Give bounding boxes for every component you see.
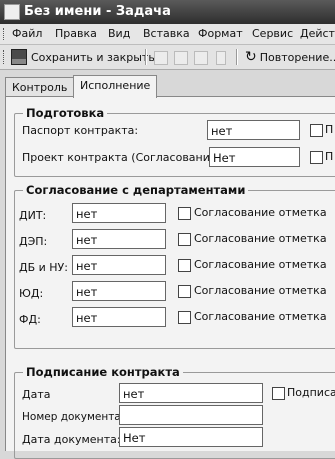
save-icon bbox=[11, 49, 27, 65]
cut-icon[interactable] bbox=[154, 51, 168, 65]
dept-dep-field[interactable]: нет bbox=[72, 229, 166, 249]
sign-date-field[interactable]: нет bbox=[119, 383, 263, 403]
menu-view[interactable]: Вид bbox=[108, 27, 130, 40]
menu-bar: Файл Правка Вид Вставка Формат Сервис Де… bbox=[0, 24, 335, 45]
passport-field[interactable]: нет bbox=[207, 120, 300, 140]
dept-fd-checkbox-label: Согласование отметка bbox=[194, 310, 327, 323]
dept-dbnu-field[interactable]: нет bbox=[72, 255, 166, 275]
passport-checkbox-label: П bbox=[325, 123, 334, 136]
group-departments-title: Согласование с департаментами bbox=[23, 183, 249, 197]
menu-edit[interactable]: Правка bbox=[55, 27, 97, 40]
save-close-label: Сохранить и закрыть bbox=[31, 50, 155, 64]
tab-execution[interactable]: Исполнение bbox=[73, 75, 158, 98]
save-close-button[interactable]: Сохранить и закрыть bbox=[11, 47, 155, 67]
group-preparation: Подготовка Паспорт контракта: нет П Прое… bbox=[14, 106, 335, 177]
recurrence-label: Повторение... bbox=[259, 50, 335, 64]
toolbar-separator bbox=[236, 49, 238, 65]
dept-dbnu-checkbox[interactable] bbox=[178, 259, 191, 272]
doc-date-field[interactable]: Нет bbox=[119, 427, 263, 447]
dept-dit-field[interactable]: нет bbox=[72, 203, 166, 223]
execution-panel: Подготовка Паспорт контракта: нет П Прое… bbox=[5, 96, 335, 459]
copy-icon[interactable] bbox=[174, 51, 188, 65]
dept-dit-checkbox-label: Согласование отметка bbox=[194, 206, 327, 219]
menu-file[interactable]: Файл bbox=[12, 27, 42, 40]
dept-fd-label: ФД: bbox=[19, 313, 41, 326]
group-preparation-title: Подготовка bbox=[23, 106, 108, 120]
dept-dep-label: ДЭП: bbox=[19, 235, 48, 248]
task-app-icon bbox=[4, 4, 20, 20]
passport-checkbox[interactable] bbox=[310, 124, 323, 137]
toolbar: Сохранить и закрыть ↻ Повторение... bbox=[0, 45, 335, 70]
doc-number-label: Номер документа: bbox=[22, 411, 125, 423]
window-title: Без имени - Задача bbox=[24, 4, 171, 19]
dept-dep-checkbox[interactable] bbox=[178, 233, 191, 246]
menu-actions[interactable]: Действ bbox=[300, 27, 335, 40]
menu-tools[interactable]: Сервис bbox=[252, 27, 293, 40]
dept-yud-field[interactable]: нет bbox=[72, 281, 166, 301]
sign-date-label: Дата bbox=[22, 388, 51, 401]
menu-insert[interactable]: Вставка bbox=[143, 27, 190, 40]
group-signing-title: Подписание контракта bbox=[23, 365, 183, 379]
toolbar-separator bbox=[145, 49, 147, 65]
dept-yud-checkbox-label: Согласование отметка bbox=[194, 284, 327, 297]
draft-field[interactable]: Нет bbox=[209, 147, 300, 167]
dept-dit-checkbox[interactable] bbox=[178, 207, 191, 220]
dept-fd-field[interactable]: нет bbox=[72, 307, 166, 327]
dept-dit-label: ДИТ: bbox=[19, 209, 47, 222]
draft-checkbox-label: П bbox=[325, 150, 334, 163]
recurrence-icon: ↻ bbox=[245, 49, 257, 65]
group-departments: Согласование с департаментами ДИТ: нет С… bbox=[14, 183, 335, 349]
dept-dbnu-checkbox-label: Согласование отметка bbox=[194, 258, 327, 271]
signed-checkbox[interactable] bbox=[272, 387, 285, 400]
paste-icon[interactable] bbox=[194, 51, 208, 65]
doc-date-label: Дата документа: bbox=[22, 433, 121, 446]
tab-control[interactable]: Контроль bbox=[5, 77, 75, 97]
menu-format[interactable]: Формат bbox=[198, 27, 243, 40]
dept-fd-checkbox[interactable] bbox=[178, 311, 191, 324]
dept-dbnu-label: ДБ и НУ: bbox=[19, 261, 68, 274]
attach-icon[interactable] bbox=[216, 51, 226, 65]
signed-checkbox-label: Подписан bbox=[287, 386, 335, 399]
toolbar-grip[interactable] bbox=[3, 50, 6, 64]
group-signing: Подписание контракта Дата нет Подписан Н… bbox=[14, 365, 335, 459]
dept-yud-label: ЮД: bbox=[19, 287, 44, 300]
dept-yud-checkbox[interactable] bbox=[178, 285, 191, 298]
passport-label: Паспорт контракта: bbox=[22, 124, 139, 137]
draft-label: Проект контракта (Согласование): bbox=[22, 151, 225, 164]
doc-number-field[interactable] bbox=[119, 405, 263, 425]
menu-grip[interactable] bbox=[3, 28, 6, 40]
draft-checkbox[interactable] bbox=[310, 151, 323, 164]
title-bar: Без имени - Задача bbox=[0, 0, 335, 24]
dept-dep-checkbox-label: Согласование отметка bbox=[194, 232, 327, 245]
recurrence-button[interactable]: ↻ Повторение... bbox=[245, 47, 335, 67]
